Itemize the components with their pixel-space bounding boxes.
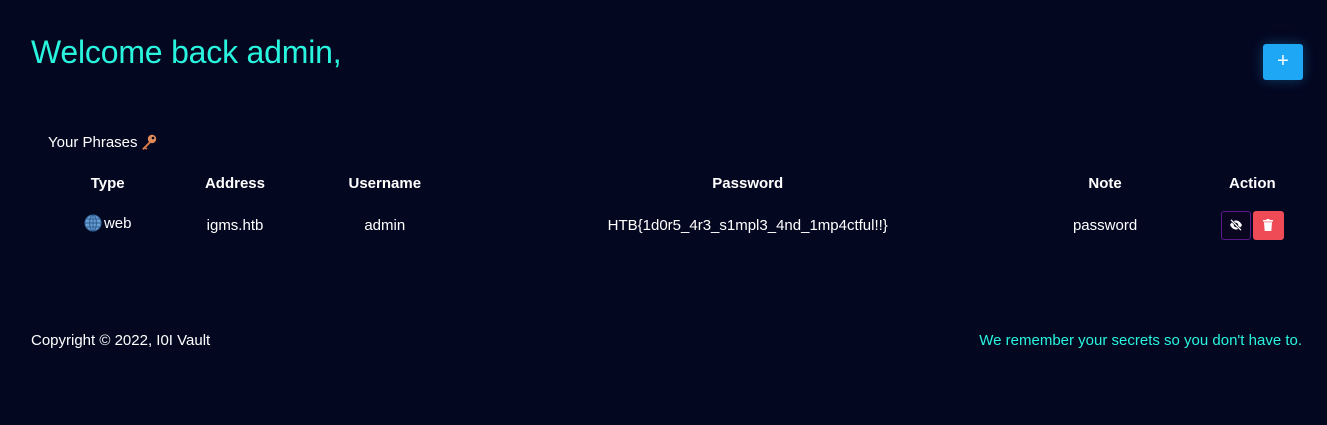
table-header-row: Type Address Username Password Note Acti… (30, 163, 1305, 203)
cell-username: admin (364, 216, 406, 234)
column-header-note: Note (1088, 174, 1122, 192)
type-label: web (103, 214, 132, 232)
phrases-title-label: Your Phrases (48, 133, 138, 151)
column-header-type: Type (90, 174, 125, 192)
eye-slash-icon (1229, 219, 1242, 231)
footer-copyright: Copyright © 2022, I0I Vault (31, 332, 211, 349)
vault-dashboard: Welcome back admin, + Your Phrases Type … (0, 0, 1327, 425)
trash-icon (1263, 219, 1274, 231)
add-phrase-button[interactable]: + (1263, 44, 1303, 80)
phrases-section-title: Your Phrases (48, 133, 158, 151)
globe-icon (84, 214, 102, 232)
cell-action (1200, 203, 1305, 247)
cell-note: password (1072, 216, 1138, 234)
table-row: web igms.htb admin HTB{1d0r5_4r3_s1mpl3_… (30, 203, 1305, 247)
key-icon (140, 133, 158, 151)
toggle-visibility-button[interactable] (1220, 210, 1251, 240)
column-header-username: Username (348, 174, 422, 192)
column-header-action: Action (1228, 174, 1276, 192)
delete-phrase-button[interactable] (1252, 210, 1284, 240)
footer-tagline: We remember your secrets so you don't ha… (979, 332, 1302, 349)
cell-type: web (30, 203, 185, 247)
welcome-heading: Welcome back admin, (31, 34, 342, 70)
cell-password: HTB{1d0r5_4r3_s1mpl3_4nd_1mp4ctful!!} (607, 216, 888, 234)
column-header-password: Password (712, 174, 784, 192)
column-header-address: Address (204, 174, 265, 192)
cell-address: igms.htb (206, 216, 264, 234)
phrases-table: Type Address Username Password Note Acti… (30, 163, 1305, 247)
